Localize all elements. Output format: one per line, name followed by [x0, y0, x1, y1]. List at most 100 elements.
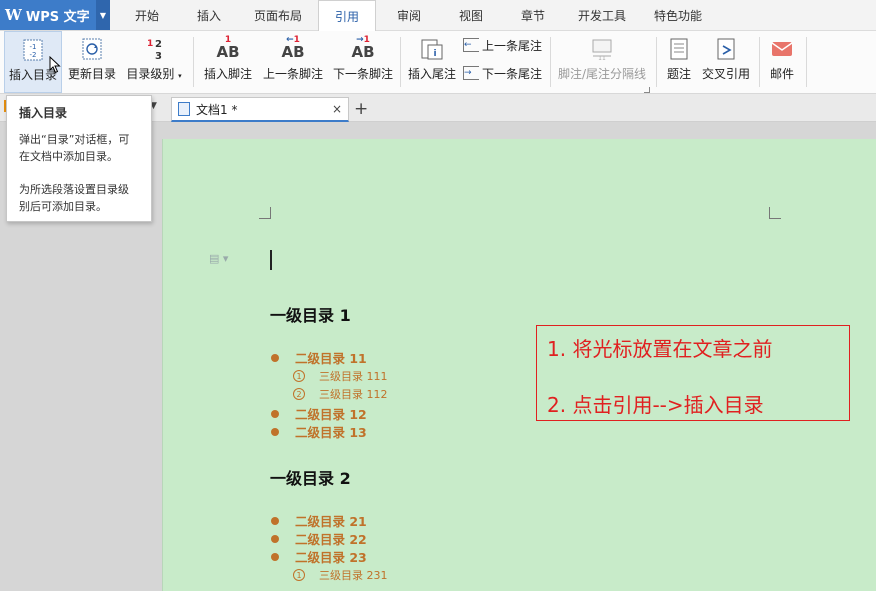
- wps-logo-icon: W: [5, 6, 22, 24]
- toc-level3-item: 1 三级目录 111: [293, 368, 388, 384]
- mail-button[interactable]: 邮件: [763, 31, 801, 93]
- svg-text:2: 2: [155, 39, 162, 50]
- svg-text:-2: -2: [30, 51, 37, 59]
- tab-view[interactable]: 视图: [443, 0, 499, 31]
- crop-mark: [769, 207, 781, 219]
- caption-icon: [670, 38, 688, 60]
- footnote-separator-button[interactable]: 11 脚注/尾注分隔线: [554, 31, 650, 93]
- bullet-icon: [271, 516, 279, 525]
- tab-references[interactable]: 引用: [318, 0, 376, 32]
- dialog-launcher-icon[interactable]: [644, 87, 650, 93]
- app-name: WPS 文字: [25, 9, 90, 25]
- bullet-icon: [271, 534, 279, 543]
- ribbon-divider: [759, 37, 760, 87]
- toc-level2-item: 二级目录 12: [271, 404, 367, 423]
- caption-button[interactable]: 题注: [660, 31, 698, 93]
- ribbon-divider: [550, 37, 551, 87]
- menu-bar: W WPS 文字 ▼ 开始 插入 页面布局 引用 审阅 视图 章节 开发工具 特…: [0, 0, 876, 32]
- close-tab-icon[interactable]: ×: [332, 102, 342, 116]
- tab-section[interactable]: 章节: [505, 0, 561, 31]
- bullet-icon: [271, 427, 279, 436]
- callout-step-2: 2. 点击引用-->插入目录: [547, 393, 764, 417]
- document-icon: [178, 102, 190, 116]
- ribbon-divider: [806, 37, 807, 87]
- prev-footnote-button[interactable]: ←1 AB 上一条脚注: [260, 31, 326, 93]
- next-footnote-icon: →1 AB: [351, 35, 375, 61]
- ribbon-toolbar: -1 -2 插入目录 更新目录 1 2 3 目录级别 ▾ 1 AB 插入脚注 ←1…: [0, 31, 876, 94]
- toc-level2-item: 二级目录 21: [271, 511, 367, 530]
- svg-text:11: 11: [598, 55, 606, 62]
- next-footnote-label: 下一条脚注: [332, 67, 393, 81]
- tab-start[interactable]: 开始: [118, 0, 176, 31]
- caption-label: 题注: [666, 67, 691, 81]
- cross-ref-icon: [717, 38, 735, 60]
- app-menu-dropdown-icon[interactable]: ▼: [96, 0, 110, 30]
- insert-toc-icon: -1 -2: [23, 39, 43, 61]
- ribbon-divider: [193, 37, 194, 87]
- next-endnote-label: 下一条尾注: [482, 66, 543, 81]
- tab-review[interactable]: 审阅: [381, 0, 437, 31]
- document-tab[interactable]: 文档1 * ×: [171, 97, 349, 122]
- prev-endnote-icon: ←: [463, 38, 479, 52]
- callout-step-1: 1. 将光标放置在文章之前: [547, 337, 773, 361]
- toc-heading-2: 一级目录 2: [270, 469, 351, 488]
- toc-level2-item: 二级目录 11: [271, 348, 367, 367]
- tab-insert[interactable]: 插入: [181, 0, 237, 31]
- insert-endnote-button[interactable]: i 插入尾注: [404, 31, 460, 93]
- toc-level2-item: 二级目录 13: [271, 422, 367, 441]
- svg-text:-1: -1: [30, 43, 37, 51]
- insert-footnote-button[interactable]: 1 AB 插入脚注: [198, 31, 258, 93]
- toc-level3-item: 1 三级目录 231: [293, 567, 388, 583]
- next-endnote-icon: →: [463, 66, 479, 80]
- insert-footnote-label: 插入脚注: [203, 67, 252, 81]
- bullet-icon: [271, 409, 279, 418]
- insert-endnote-icon: i: [421, 39, 443, 60]
- svg-text:i: i: [433, 49, 436, 59]
- prev-footnote-icon: ←1 AB: [281, 35, 305, 61]
- bullet-icon: [271, 552, 279, 561]
- prev-endnote-label: 上一条尾注: [482, 38, 543, 53]
- new-tab-button[interactable]: +: [354, 99, 368, 119]
- circled-number-icon: 2: [293, 388, 305, 400]
- tab-developer[interactable]: 开发工具: [567, 0, 637, 31]
- insert-footnote-icon: 1 AB: [216, 35, 240, 61]
- tooltip-description: 弹出“目录”对话框，可在文档中添加目录。: [19, 133, 130, 163]
- cross-reference-button[interactable]: 交叉引用: [699, 31, 753, 93]
- toc-level3-item: 2 三级目录 112: [293, 386, 388, 402]
- circled-number-icon: 1: [293, 370, 305, 382]
- text-cursor: [270, 250, 272, 270]
- document-page[interactable]: ▤ ▾ 一级目录 1 二级目录 11 1 三级目录 111 2 三级目录 112 二…: [162, 139, 876, 591]
- app-menu-button[interactable]: W WPS 文字: [0, 0, 96, 30]
- bullet-icon: [271, 353, 279, 362]
- next-footnote-button[interactable]: →1 AB 下一条脚注: [330, 31, 396, 93]
- mouse-pointer-icon: [49, 56, 61, 74]
- separator-icon: 11: [592, 39, 612, 62]
- toc-level2-item: 二级目录 23: [271, 547, 367, 566]
- tooltip-title: 插入目录: [19, 106, 68, 120]
- ribbon-divider: [400, 37, 401, 87]
- prev-endnote-button[interactable]: ← 上一条尾注: [463, 35, 542, 55]
- update-toc-label: 更新目录: [67, 67, 116, 81]
- circled-number-icon: 1: [293, 569, 305, 581]
- next-endnote-button[interactable]: → 下一条尾注: [463, 63, 542, 83]
- toc-level-dropdown[interactable]: 1 2 3 目录级别 ▾: [122, 31, 186, 93]
- tab-page-layout[interactable]: 页面布局: [243, 0, 313, 31]
- instruction-callout: 1. 将光标放置在文章之前 2. 点击引用-->插入目录: [536, 325, 850, 421]
- footnote-separator-label: 脚注/尾注分隔线: [557, 67, 647, 81]
- insert-toc-tooltip: 插入目录 弹出“目录”对话框，可在文档中添加目录。 为所选段落设置目录级别后可添…: [6, 95, 152, 222]
- mail-icon: [771, 42, 793, 56]
- chevron-down-icon: ▾: [178, 72, 182, 80]
- toc-level-icon: 1 2 3: [147, 39, 162, 62]
- prev-footnote-label: 上一条脚注: [262, 67, 323, 81]
- svg-text:1: 1: [147, 39, 153, 49]
- paragraph-options-icon[interactable]: ▤ ▾: [209, 252, 228, 265]
- insert-endnote-label: 插入尾注: [407, 67, 456, 81]
- tooltip-description: 为所选段落设置目录级别后可添加目录。: [19, 183, 129, 213]
- tab-special[interactable]: 特色功能: [643, 0, 713, 31]
- toc-level-label: 目录级别 ▾: [126, 67, 182, 81]
- update-toc-button[interactable]: 更新目录: [64, 31, 120, 93]
- update-toc-icon: [82, 38, 102, 60]
- cross-reference-label: 交叉引用: [701, 67, 750, 81]
- ribbon-divider: [656, 37, 657, 87]
- mail-label: 邮件: [769, 67, 794, 81]
